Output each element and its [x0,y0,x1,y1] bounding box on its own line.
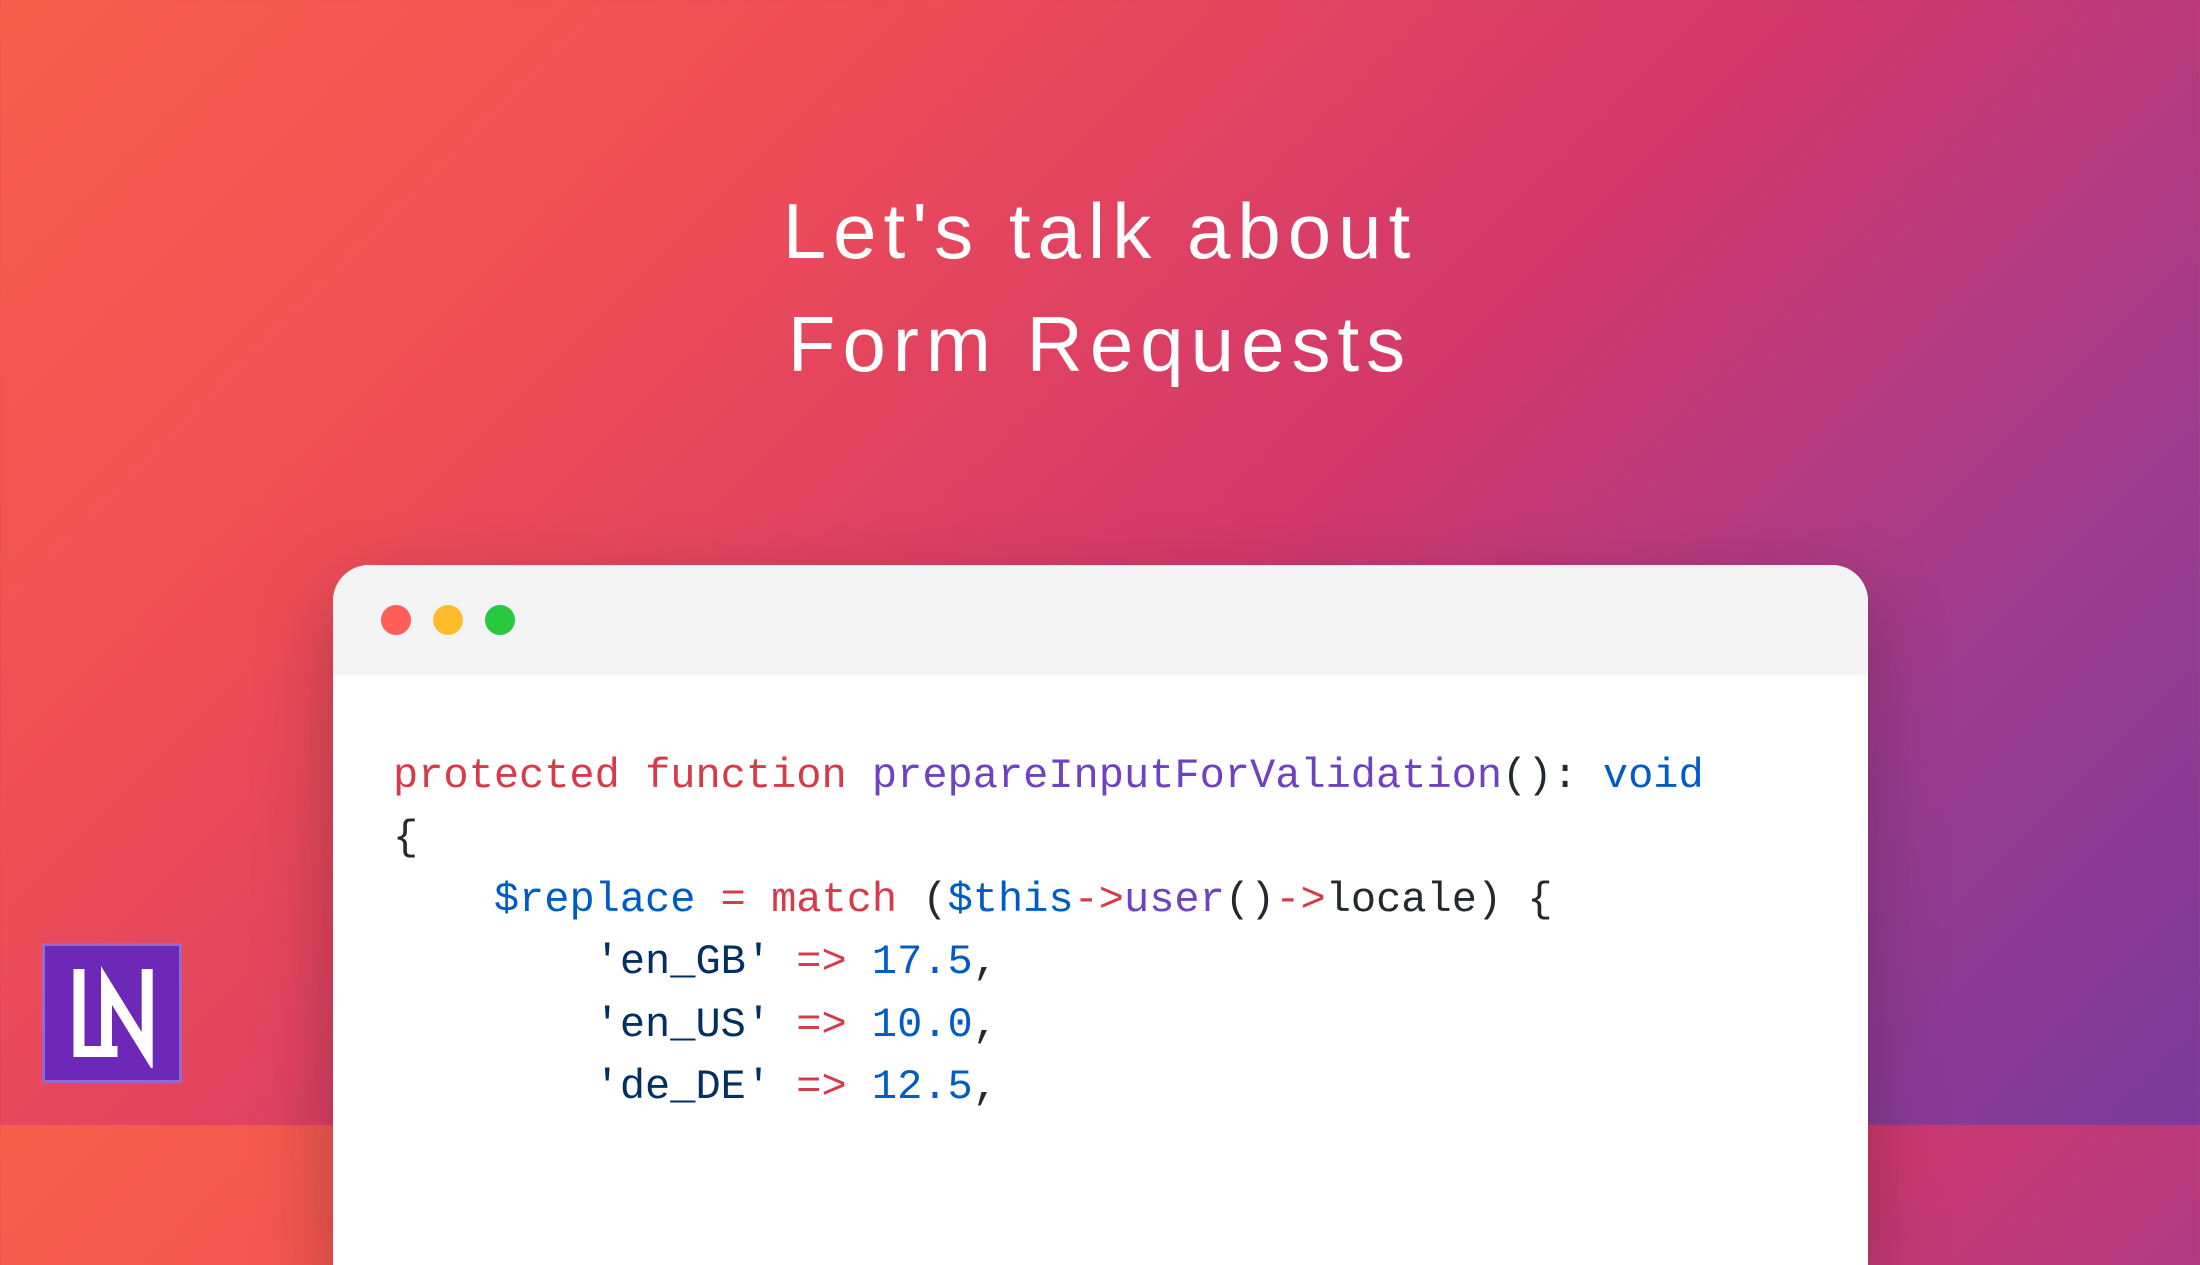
value-en-gb: 17.5 [872,938,973,986]
string-en-us: 'en_US' [595,1001,771,1049]
title-line-2: Form Requests [788,300,1412,388]
parens: () [1502,752,1552,800]
keyword-match: match [771,876,897,924]
value-de-de: 12.5 [872,1063,973,1111]
keyword-function: function [645,752,847,800]
title-line-1: Let's talk about [783,187,1418,275]
brand-logo [42,943,182,1083]
var-this: $this [948,876,1074,924]
string-en-gb: 'en_GB' [595,938,771,986]
close-icon[interactable] [381,605,411,635]
string-de-de: 'de_DE' [595,1063,771,1111]
code-window: protected function prepareInputForValida… [333,565,1868,1265]
keyword-protected: protected [393,752,620,800]
minimize-icon[interactable] [433,605,463,635]
maximize-icon[interactable] [485,605,515,635]
method-user: user [1124,876,1225,924]
brace-open: { [393,814,418,862]
logo-icon [57,958,167,1068]
page-title: Let's talk about Form Requests [0,175,2200,401]
function-name: prepareInputForValidation [872,752,1502,800]
window-titlebar [333,565,1868,675]
value-en-us: 10.0 [872,1001,973,1049]
return-type: void [1603,752,1704,800]
var-replace: $replace [494,876,696,924]
code-block: protected function prepareInputForValida… [333,675,1868,1118]
colon: : [1552,752,1602,800]
prop-locale: locale [1326,876,1477,924]
equals: = [695,876,771,924]
